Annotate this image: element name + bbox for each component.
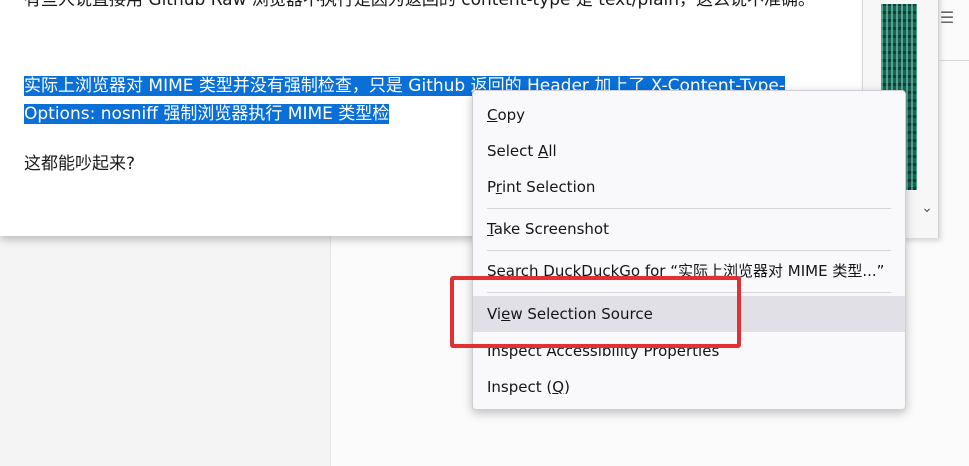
list-icon[interactable]: ☰	[938, 10, 956, 26]
menu-item-select-all[interactable]: Select All	[473, 133, 905, 169]
menu-item-copy[interactable]: Copy	[473, 97, 905, 133]
menu-separator	[487, 208, 891, 209]
menu-item-inspect[interactable]: Inspect (Q)	[473, 369, 905, 405]
chevron-down-icon[interactable]: ⌄	[919, 200, 935, 216]
highlight-annotation-box	[450, 276, 741, 348]
menu-separator	[487, 250, 891, 251]
menu-item-take-screenshot[interactable]: Take Screenshot	[473, 211, 905, 247]
screen: 有些人说直接用 Github Raw 浏览器不执行是因为返回的 content-…	[0, 0, 969, 466]
context-menu: Copy Select All Print Selection Take Scr…	[472, 90, 906, 410]
divider	[938, 60, 969, 61]
menu-item-print-selection[interactable]: Print Selection	[473, 169, 905, 205]
paragraph-content-type: 有些人说直接用 Github Raw 浏览器不执行是因为返回的 content-…	[24, 0, 815, 10]
